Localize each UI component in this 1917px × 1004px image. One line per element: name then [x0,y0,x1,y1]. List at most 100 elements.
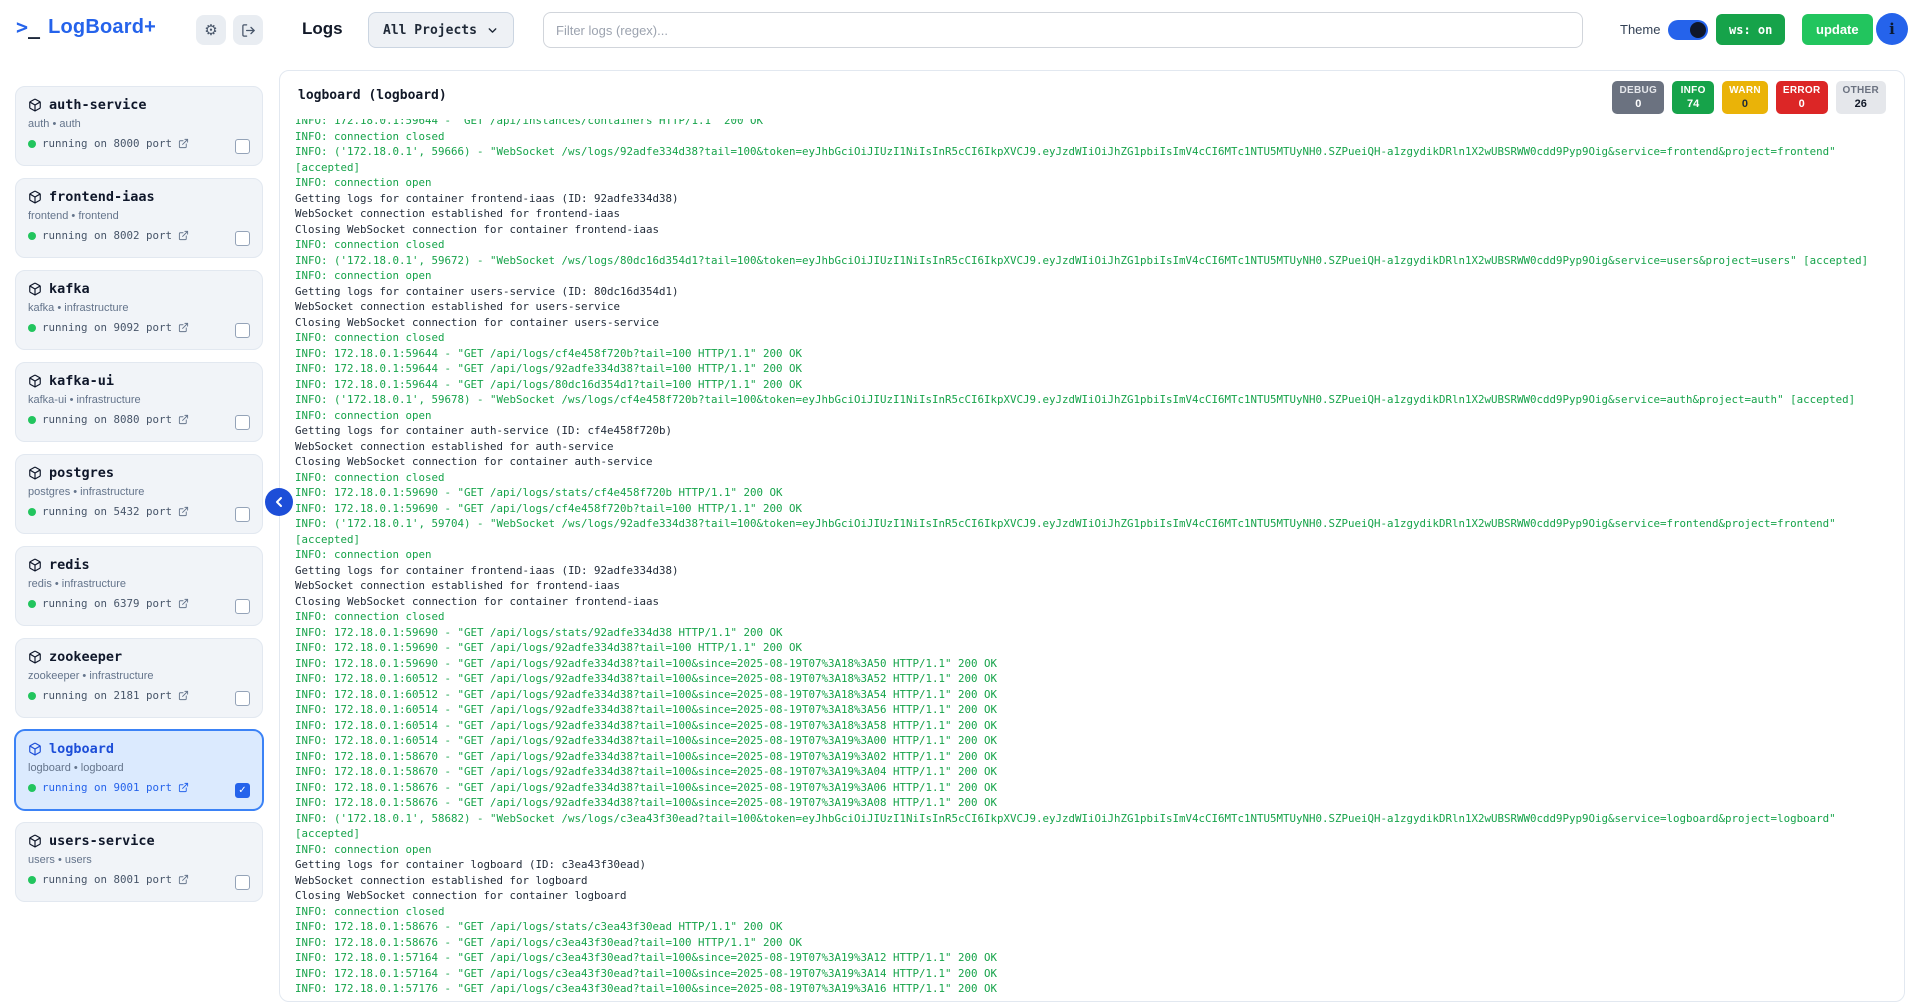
log-line: INFO: ('172.18.0.1', 59666) - "WebSocket… [295,144,1889,175]
package-icon [28,98,42,112]
service-checkbox[interactable] [235,415,250,430]
running-dot [28,324,36,332]
service-name: logboard [49,741,114,757]
service-card[interactable]: zookeeper zookeeper • infrastructure run… [15,638,263,718]
external-link-icon[interactable] [178,230,189,241]
service-card[interactable]: auth-service auth • auth running on 8000… [15,86,263,166]
service-status: running on 8080 port [28,413,250,426]
service-status-text: running on 5432 port [42,505,172,518]
level-badge-count: 26 [1843,97,1880,111]
log-line: INFO: ('172.18.0.1', 59672) - "WebSocket… [295,253,1889,269]
level-badge: DEBUG 0 [1612,81,1664,114]
running-dot [28,876,36,884]
level-badge: INFO 74 [1672,81,1714,114]
log-panel: logboard (logboard) DEBUG 0 INFO 74 WARN… [279,70,1905,1002]
log-line: Closing WebSocket connection for contain… [295,594,1889,610]
service-card[interactable]: kafka kafka • infrastructure running on … [15,270,263,350]
settings-button[interactable]: ⚙ [196,15,226,45]
service-subtitle: postgres • infrastructure [28,486,250,498]
service-card[interactable]: frontend-iaas frontend • frontend runnin… [15,178,263,258]
service-name: kafka [49,281,90,297]
log-line: INFO: connection closed [295,129,1889,145]
level-badge: WARN 0 [1722,81,1768,114]
service-status: running on 8002 port [28,229,250,242]
service-checkbox[interactable] [235,139,250,154]
external-link-icon[interactable] [178,138,189,149]
app-title: LogBoard+ [48,16,156,39]
theme-toggle-knob [1690,22,1706,38]
logout-icon [241,23,256,38]
ws-toggle-button[interactable]: ws: on [1716,14,1785,45]
log-line: Closing WebSocket connection for contain… [295,454,1889,470]
service-checkbox[interactable]: ✓ [235,783,250,798]
external-link-icon[interactable] [178,414,189,425]
service-card[interactable]: logboard logboard • logboard running on … [15,730,263,810]
service-checkbox[interactable] [235,691,250,706]
service-subtitle: frontend • frontend [28,210,250,222]
update-button[interactable]: update [1802,14,1873,45]
log-line: INFO: connection open [295,268,1889,284]
log-line: INFO: 172.18.0.1:57176 - "GET /api/logs/… [295,981,1889,997]
service-checkbox[interactable] [235,875,250,890]
level-badge: ERROR 0 [1776,81,1828,114]
service-status: running on 5432 port [28,505,250,518]
log-line: INFO: connection closed [295,904,1889,920]
service-card[interactable]: users-service users • users running on 8… [15,822,263,902]
log-filter-input[interactable] [543,12,1583,48]
service-subtitle: users • users [28,854,250,866]
service-card[interactable]: redis redis • infrastructure running on … [15,546,263,626]
service-status-text: running on 9001 port [42,781,172,794]
service-checkbox[interactable] [235,507,250,522]
level-badge: OTHER 26 [1836,81,1887,114]
project-filter-label: All Projects [383,23,477,38]
service-status-text: running on 8080 port [42,413,172,426]
log-line: INFO: 172.18.0.1:60512 - "GET /api/logs/… [295,671,1889,687]
service-subtitle: zookeeper • infrastructure [28,670,250,682]
service-checkbox[interactable] [235,599,250,614]
project-filter-dropdown[interactable]: All Projects [368,12,514,48]
log-line: INFO: 172.18.0.1:59690 - "GET /api/logs/… [295,640,1889,656]
service-card[interactable]: kafka-ui kafka-ui • infrastructure runni… [15,362,263,442]
external-link-icon[interactable] [178,782,189,793]
log-line: INFO: 172.18.0.1:58676 - "GET /api/logs/… [295,780,1889,796]
external-link-icon[interactable] [178,598,189,609]
log-line: INFO: 172.18.0.1:59690 - "GET /api/logs/… [295,625,1889,641]
sidebar-collapse-button[interactable] [265,488,293,516]
theme-toggle[interactable] [1668,20,1708,40]
log-line: INFO: ('172.18.0.1', 59678) - "WebSocket… [295,392,1889,408]
service-status-text: running on 9092 port [42,321,172,334]
service-status: running on 2181 port [28,689,250,702]
service-card[interactable]: postgres postgres • infrastructure runni… [15,454,263,534]
service-checkbox[interactable] [235,323,250,338]
external-link-icon[interactable] [178,690,189,701]
service-subtitle: kafka-ui • infrastructure [28,394,250,406]
level-badge-label: WARN [1729,84,1761,97]
log-output[interactable]: INFO: 172.18.0.1:59644 - "GET /api/insta… [280,119,1904,1001]
service-name: zookeeper [49,649,122,665]
logout-button[interactable] [233,15,263,45]
level-badge-label: ERROR [1783,84,1821,97]
external-link-icon[interactable] [178,322,189,333]
log-line: INFO: ('172.18.0.1', 59704) - "WebSocket… [295,516,1889,547]
service-status-text: running on 8000 port [42,137,172,150]
log-line: INFO: 172.18.0.1:59690 - "GET /api/logs/… [295,656,1889,672]
external-link-icon[interactable] [178,506,189,517]
running-dot [28,416,36,424]
running-dot [28,692,36,700]
app-logo: >_ LogBoard+ [16,15,156,39]
service-checkbox[interactable] [235,231,250,246]
info-button[interactable]: i [1876,13,1908,45]
package-icon [28,466,42,480]
package-icon [28,282,42,296]
log-line: INFO: connection closed [295,330,1889,346]
external-link-icon[interactable] [178,874,189,885]
log-line: INFO: 172.18.0.1:59644 - "GET /api/logs/… [295,377,1889,393]
page-title: Logs [302,19,343,39]
package-icon [28,834,42,848]
log-line: WebSocket connection established for fro… [295,578,1889,594]
log-line: INFO: connection open [295,842,1889,858]
service-name: postgres [49,465,114,481]
service-subtitle: logboard • logboard [28,762,250,774]
package-icon [28,742,42,756]
log-line: INFO: connection closed [295,470,1889,486]
